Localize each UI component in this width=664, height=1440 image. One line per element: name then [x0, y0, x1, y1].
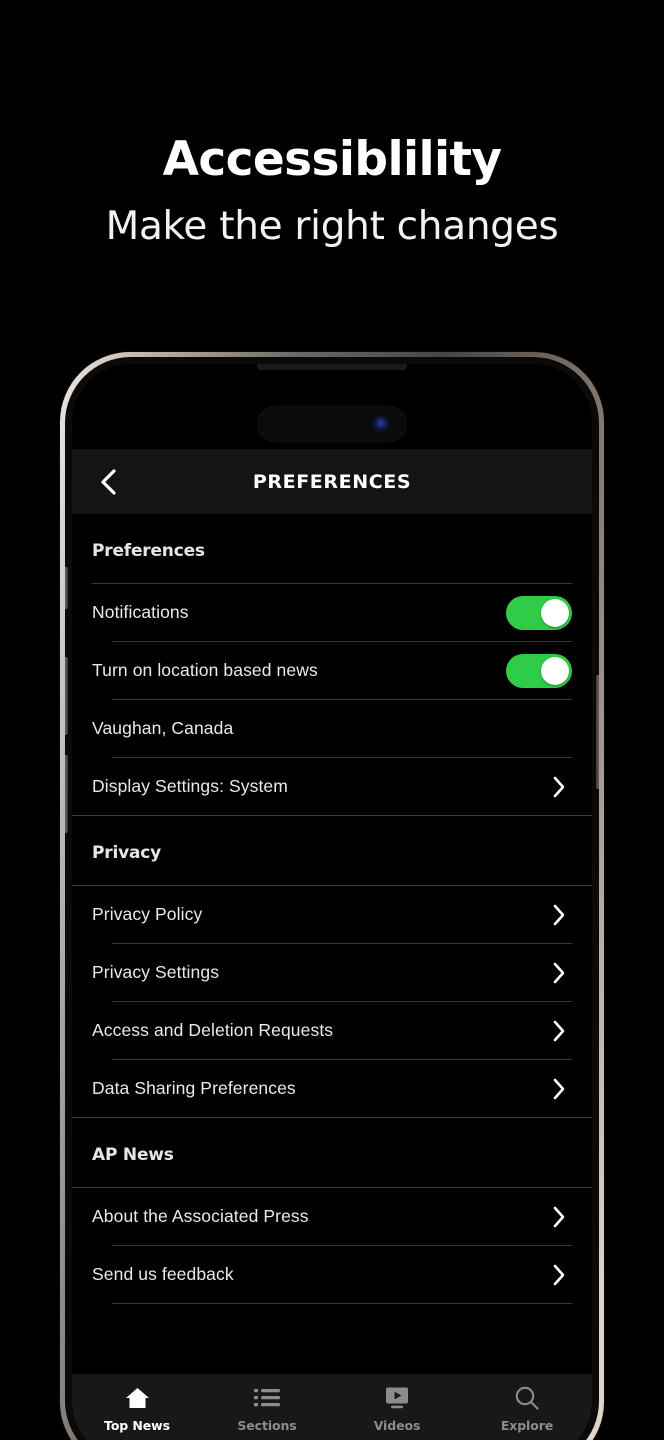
screenshot-canvas: Accessiblility Make the right changes PR…: [0, 0, 664, 1440]
row-label: Privacy Settings: [92, 962, 220, 982]
promo-subtitle: Make the right changes: [105, 204, 559, 249]
phone-screen: PREFERENCES Preferences Notifications Tu…: [72, 364, 592, 1440]
row-label: Display Settings: System: [92, 776, 288, 796]
earpiece-speaker: [257, 364, 407, 370]
row-send-us-feedback[interactable]: Send us feedback: [92, 1246, 572, 1303]
video-icon: [384, 1385, 410, 1411]
row-label: Data Sharing Preferences: [92, 1078, 296, 1098]
chevron-right-icon: [546, 1204, 572, 1230]
chevron-right-icon: [546, 960, 572, 986]
tab-sections[interactable]: Sections: [202, 1385, 332, 1433]
row-access-deletion-requests[interactable]: Access and Deletion Requests: [92, 1002, 572, 1059]
page-title: PREFERENCES: [252, 470, 412, 493]
divider: [112, 1303, 572, 1304]
volume-down-button[interactable]: [65, 657, 68, 735]
chevron-right-icon: [546, 774, 572, 800]
notifications-toggle[interactable]: [506, 595, 572, 630]
promo-title: Accessiblility: [162, 132, 502, 187]
row-label: Access and Deletion Requests: [92, 1020, 334, 1040]
tab-top-news[interactable]: Top News: [72, 1385, 202, 1433]
power-button[interactable]: [596, 675, 599, 789]
list-icon: [254, 1385, 280, 1411]
section-heading-preferences: Preferences: [92, 541, 205, 561]
row-current-location: Vaughan, Canada: [92, 700, 572, 757]
dynamic-island: [257, 406, 407, 442]
row-privacy-settings[interactable]: Privacy Settings: [92, 944, 572, 1001]
row-about-associated-press[interactable]: About the Associated Press: [92, 1188, 572, 1245]
row-label: Send us feedback: [92, 1264, 234, 1284]
row-label: Vaughan, Canada: [92, 718, 234, 738]
phone-mockup: PREFERENCES Preferences Notifications Tu…: [60, 352, 604, 1440]
tab-label: Explore: [500, 1418, 554, 1433]
row-notifications[interactable]: Notifications: [92, 584, 572, 641]
row-label: About the Associated Press: [92, 1206, 309, 1226]
section-heading-ap-news: AP News: [92, 1145, 174, 1165]
location-toggle[interactable]: [506, 653, 572, 688]
toggle-knob: [541, 598, 569, 627]
row-location-based-news[interactable]: Turn on location based news: [92, 642, 572, 699]
tab-label: Videos: [373, 1418, 421, 1433]
row-display-settings[interactable]: Display Settings: System: [92, 758, 572, 815]
app-header: PREFERENCES: [72, 449, 592, 514]
row-label: Notifications: [92, 602, 189, 622]
back-button[interactable]: [90, 464, 126, 500]
section-heading-privacy: Privacy: [92, 843, 161, 863]
promo-block: Accessiblility Make the right changes: [0, 0, 664, 248]
front-camera-icon: [374, 417, 388, 431]
row-data-sharing-preferences[interactable]: Data Sharing Preferences: [92, 1060, 572, 1117]
bottom-tab-bar: Top News Sections Videos Explore: [72, 1374, 592, 1440]
toggle-knob: [541, 656, 569, 685]
home-icon: [124, 1385, 151, 1411]
volume-up-button[interactable]: [65, 755, 68, 833]
tab-videos[interactable]: Videos: [332, 1385, 462, 1433]
chevron-right-icon: [546, 902, 572, 928]
phone-bezel: PREFERENCES Preferences Notifications Tu…: [65, 357, 599, 1440]
tab-label: Top News: [104, 1418, 170, 1433]
row-label: Turn on location based news: [92, 660, 318, 680]
search-icon: [514, 1385, 540, 1411]
row-label: Privacy Policy: [92, 904, 203, 924]
row-privacy-policy[interactable]: Privacy Policy: [92, 886, 572, 943]
chevron-left-icon: [100, 468, 116, 495]
chevron-right-icon: [546, 1018, 572, 1044]
settings-list[interactable]: Preferences Notifications Turn on locati…: [72, 514, 592, 1374]
tab-explore[interactable]: Explore: [462, 1385, 592, 1433]
chevron-right-icon: [546, 1262, 572, 1288]
tab-label: Sections: [237, 1418, 297, 1433]
chevron-right-icon: [546, 1076, 572, 1102]
silent-switch[interactable]: [65, 567, 68, 609]
